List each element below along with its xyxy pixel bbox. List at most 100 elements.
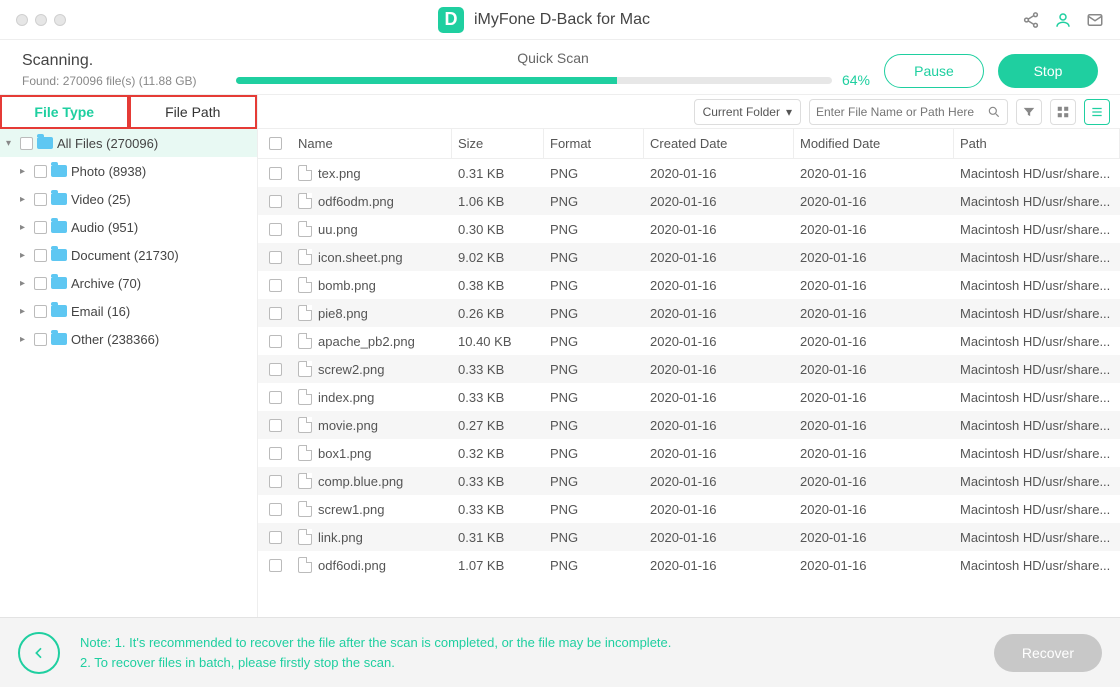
checkbox[interactable] [34,333,47,346]
row-checkbox[interactable] [269,307,282,320]
table-row[interactable]: pie8.png0.26 KBPNG2020-01-162020-01-16Ma… [258,299,1120,327]
col-path[interactable]: Path [954,129,1120,158]
table-row[interactable]: apache_pb2.png10.40 KBPNG2020-01-162020-… [258,327,1120,355]
tree-item[interactable]: ▸Document (21730) [0,241,257,269]
table-row[interactable]: screw2.png0.33 KBPNG2020-01-162020-01-16… [258,355,1120,383]
row-checkbox[interactable] [269,531,282,544]
col-format[interactable]: Format [544,129,644,158]
row-checkbox[interactable] [269,223,282,236]
maximize-window-button[interactable] [54,14,66,26]
tree-item[interactable]: ▸Archive (70) [0,269,257,297]
stop-button[interactable]: Stop [998,54,1098,88]
note-line-1: Note: 1. It's recommended to recover the… [80,633,974,653]
tree-item[interactable]: ▸Photo (8938) [0,157,257,185]
list-view-button[interactable] [1084,99,1110,125]
file-name: pie8.png [318,306,368,321]
search-input[interactable] [816,105,981,119]
file-format: PNG [544,250,644,265]
table-row[interactable]: uu.png0.30 KBPNG2020-01-162020-01-16Maci… [258,215,1120,243]
file-name: screw1.png [318,502,384,517]
file-path: Macintosh HD/usr/share... [954,390,1120,405]
share-icon[interactable] [1022,11,1040,29]
file-name: comp.blue.png [318,474,403,489]
close-window-button[interactable] [16,14,28,26]
mail-icon[interactable] [1086,11,1104,29]
checkbox[interactable] [34,305,47,318]
table-row[interactable]: screw1.png0.33 KBPNG2020-01-162020-01-16… [258,495,1120,523]
row-checkbox[interactable] [269,447,282,460]
col-name[interactable]: Name [292,129,452,158]
folder-icon [51,249,67,261]
file-icon [298,389,312,405]
tree-item[interactable]: ▸Other (238366) [0,325,257,353]
row-checkbox[interactable] [269,195,282,208]
row-checkbox[interactable] [269,391,282,404]
file-modified: 2020-01-16 [794,390,954,405]
checkbox[interactable] [34,165,47,178]
file-modified: 2020-01-16 [794,334,954,349]
col-size[interactable]: Size [452,129,544,158]
file-created: 2020-01-16 [644,278,794,293]
checkbox[interactable] [20,137,33,150]
scan-found-label: Found: 270096 file(s) (11.88 GB) [22,74,222,88]
tree-item[interactable]: ▸Audio (951) [0,213,257,241]
file-path: Macintosh HD/usr/share... [954,362,1120,377]
tree-item[interactable]: ▸Email (16) [0,297,257,325]
filter-button[interactable] [1016,99,1042,125]
minimize-window-button[interactable] [35,14,47,26]
tab-file-type[interactable]: File Type [0,95,129,129]
row-checkbox[interactable] [269,503,282,516]
folder-scope-select[interactable]: Current Folder ▾ [694,99,801,125]
table-row[interactable]: odf6odm.png1.06 KBPNG2020-01-162020-01-1… [258,187,1120,215]
table-row[interactable]: movie.png0.27 KBPNG2020-01-162020-01-16M… [258,411,1120,439]
tree-label: Other (238366) [71,332,159,347]
select-all-checkbox[interactable] [269,137,282,150]
file-icon [298,529,312,545]
grid-view-button[interactable] [1050,99,1076,125]
file-table: Name Size Format Created Date Modified D… [258,129,1120,617]
folder-icon [51,305,67,317]
table-row[interactable]: comp.blue.png0.33 KBPNG2020-01-162020-01… [258,467,1120,495]
file-size: 0.32 KB [452,446,544,461]
back-button[interactable] [18,632,60,674]
row-checkbox[interactable] [269,475,282,488]
row-checkbox[interactable] [269,167,282,180]
file-created: 2020-01-16 [644,418,794,433]
account-icon[interactable] [1054,11,1072,29]
checkbox[interactable] [34,221,47,234]
row-checkbox[interactable] [269,251,282,264]
tree-label: All Files (270096) [57,136,158,151]
row-checkbox[interactable] [269,419,282,432]
recover-button[interactable]: Recover [994,634,1102,672]
col-created[interactable]: Created Date [644,129,794,158]
table-row[interactable]: link.png0.31 KBPNG2020-01-162020-01-16Ma… [258,523,1120,551]
table-row[interactable]: bomb.png0.38 KBPNG2020-01-162020-01-16Ma… [258,271,1120,299]
table-row[interactable]: index.png0.33 KBPNG2020-01-162020-01-16M… [258,383,1120,411]
table-row[interactable]: tex.png0.31 KBPNG2020-01-162020-01-16Mac… [258,159,1120,187]
checkbox[interactable] [34,193,47,206]
chevron-down-icon: ▾ [6,138,16,149]
checkbox[interactable] [34,249,47,262]
scan-progress-bar [236,77,832,84]
table-row[interactable]: icon.sheet.png9.02 KBPNG2020-01-162020-0… [258,243,1120,271]
table-row[interactable]: odf6odi.png1.07 KBPNG2020-01-162020-01-1… [258,551,1120,579]
folder-icon [37,137,53,149]
folder-scope-label: Current Folder [703,105,780,119]
search-icon[interactable] [987,105,1001,119]
tree-root-all-files[interactable]: ▾ All Files (270096) [0,129,257,157]
file-icon [298,361,312,377]
tree-label: Photo (8938) [71,164,146,179]
row-checkbox[interactable] [269,279,282,292]
checkbox[interactable] [34,277,47,290]
tab-file-path[interactable]: File Path [129,95,258,129]
tree-item[interactable]: ▸Video (25) [0,185,257,213]
file-name: apache_pb2.png [318,334,415,349]
file-size: 9.02 KB [452,250,544,265]
pause-button[interactable]: Pause [884,54,984,88]
col-modified[interactable]: Modified Date [794,129,954,158]
row-checkbox[interactable] [269,559,282,572]
row-checkbox[interactable] [269,335,282,348]
row-checkbox[interactable] [269,363,282,376]
file-path: Macintosh HD/usr/share... [954,278,1120,293]
table-row[interactable]: box1.png0.32 KBPNG2020-01-162020-01-16Ma… [258,439,1120,467]
